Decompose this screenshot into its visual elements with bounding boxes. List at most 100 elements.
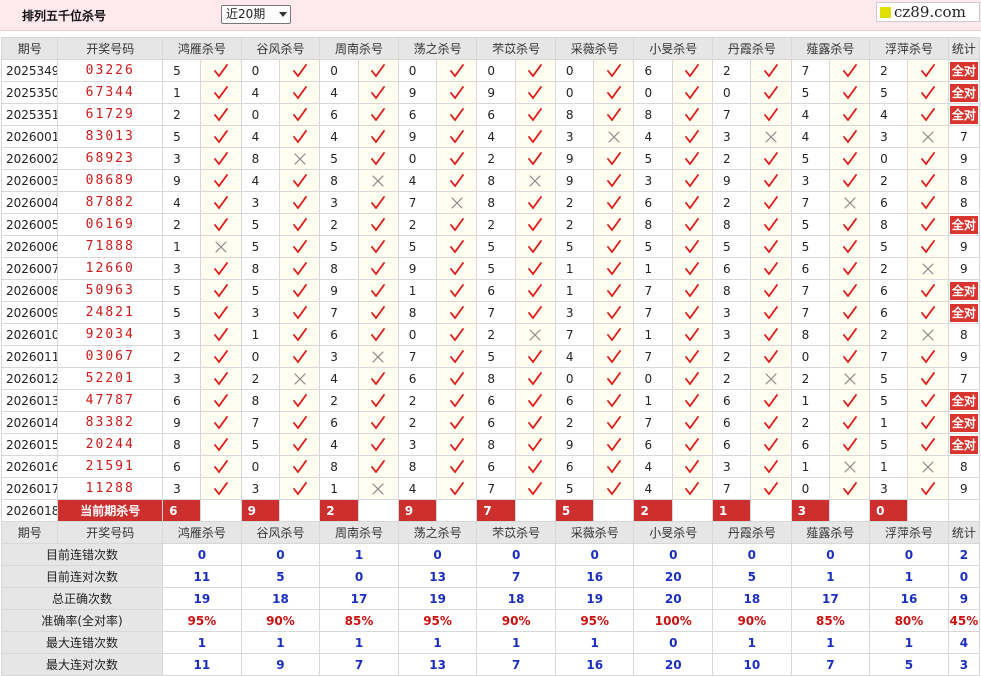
check-icon xyxy=(606,261,621,276)
stat-value: 95% xyxy=(554,609,635,632)
check-icon xyxy=(528,217,543,232)
kill-value: 6 xyxy=(476,411,516,434)
table-row: 2026014 83382 9 7 6 2 6 2 7 6 2 1 全对 xyxy=(0,411,981,434)
kill-value: 0 xyxy=(869,147,909,170)
result-mark xyxy=(514,345,556,368)
check-icon xyxy=(528,415,543,430)
result-mark xyxy=(750,433,792,456)
stat-value: 17 xyxy=(790,587,871,610)
result-mark xyxy=(593,411,635,434)
stat-label: 目前连对次数 xyxy=(0,565,164,588)
kill-value: 6 xyxy=(869,279,909,302)
kill-value: 4 xyxy=(319,433,359,456)
kill-value: 7 xyxy=(633,411,673,434)
result-mark xyxy=(357,301,399,324)
result-mark xyxy=(278,191,321,214)
result-mark xyxy=(278,345,321,368)
table-row: 2026001 83013 5 4 4 9 4 3 4 3 4 3 7 xyxy=(0,125,981,148)
kill-value: 2 xyxy=(869,59,909,82)
period-range-select[interactable]: 近20期 xyxy=(221,5,291,24)
result-mark xyxy=(671,169,714,192)
stat-total: 3 xyxy=(947,653,981,676)
result-mark xyxy=(671,477,714,500)
result-mark xyxy=(278,103,321,126)
row-period: 2026005 xyxy=(0,213,59,236)
site-logo[interactable]: cz89.com xyxy=(876,2,980,22)
result-mark xyxy=(828,433,871,456)
check-icon xyxy=(606,173,621,188)
header-expert-6: 小旻杀号 xyxy=(633,521,714,544)
kill-value: 1 xyxy=(162,235,202,258)
result-mark xyxy=(200,81,242,104)
check-icon xyxy=(292,459,307,474)
check-icon xyxy=(528,151,543,166)
result-mark xyxy=(200,213,242,236)
row-period: 2026017 xyxy=(0,477,59,500)
result-mark xyxy=(593,323,635,346)
row-stat: 全对 xyxy=(947,103,981,126)
kill-value: 3 xyxy=(397,433,438,456)
kill-value: 5 xyxy=(319,147,359,170)
kill-value: 4 xyxy=(397,477,438,500)
result-mark xyxy=(750,169,792,192)
kill-value: 2 xyxy=(869,257,909,280)
check-icon xyxy=(685,85,700,100)
result-mark xyxy=(357,81,399,104)
kill-value: 2 xyxy=(162,345,202,368)
result-mark xyxy=(671,235,714,258)
kill-value: 4 xyxy=(869,103,909,126)
result-mark xyxy=(671,147,714,170)
check-icon xyxy=(842,283,857,298)
result-mark xyxy=(200,477,242,500)
result-mark xyxy=(278,147,321,170)
stat-value: 20 xyxy=(633,565,714,588)
kill-value: 1 xyxy=(162,81,202,104)
header-period: 期号 xyxy=(0,521,59,544)
kill-value: 2 xyxy=(712,345,752,368)
kill-value: 5 xyxy=(790,235,830,258)
check-icon xyxy=(292,107,307,122)
row-period: 2026003 xyxy=(0,169,59,192)
period-range-value: 近20期 xyxy=(226,7,266,21)
check-icon xyxy=(292,305,307,320)
result-mark xyxy=(436,191,478,214)
header-stat: 统计 xyxy=(947,37,981,60)
result-mark xyxy=(200,257,242,280)
row-winning-number: 12660 xyxy=(57,257,164,280)
kill-value: 3 xyxy=(319,191,359,214)
stat-value: 17 xyxy=(319,587,399,610)
check-icon xyxy=(214,393,228,408)
check-icon xyxy=(842,63,857,78)
result-mark xyxy=(514,389,556,412)
check-icon xyxy=(528,481,543,496)
header-expert-8: 薤露杀号 xyxy=(790,37,871,60)
result-mark xyxy=(907,257,949,280)
stat-value: 16 xyxy=(554,565,635,588)
check-icon xyxy=(685,129,700,144)
kill-value: 9 xyxy=(397,257,438,280)
row-stat: 9 xyxy=(947,345,981,368)
check-icon xyxy=(214,151,228,166)
stat-value: 1 xyxy=(240,631,321,654)
kill-value: 0 xyxy=(240,345,280,368)
row-period: 2026004 xyxy=(0,191,59,214)
result-mark xyxy=(750,81,792,104)
table-header-repeat: 期号 开奖号码 鸿雁杀号 谷风杀号 周南杀号 荡之杀号 芣苡杀号 采薇杀号 小旻杀号 丹霞杀号 薤露… xyxy=(0,521,981,544)
check-icon xyxy=(371,305,386,320)
result-mark xyxy=(357,477,399,500)
cross-icon xyxy=(922,131,934,143)
all-right-badge: 全对 xyxy=(949,281,978,300)
result-mark xyxy=(436,477,478,500)
stat-label: 最大连对次数 xyxy=(0,653,164,676)
table-row: 2026007 12660 3 8 8 9 5 1 1 6 6 2 9 xyxy=(0,257,981,280)
result-mark xyxy=(671,59,714,82)
kill-value: 5 xyxy=(790,81,830,104)
check-icon xyxy=(685,283,700,298)
stat-value: 20 xyxy=(633,587,714,610)
kill-value: 6 xyxy=(869,191,909,214)
row-stat: 全对 xyxy=(947,81,981,104)
row-stat: 全对 xyxy=(947,279,981,302)
kill-value: 4 xyxy=(554,345,595,368)
check-icon xyxy=(606,195,621,210)
check-icon xyxy=(606,151,621,166)
